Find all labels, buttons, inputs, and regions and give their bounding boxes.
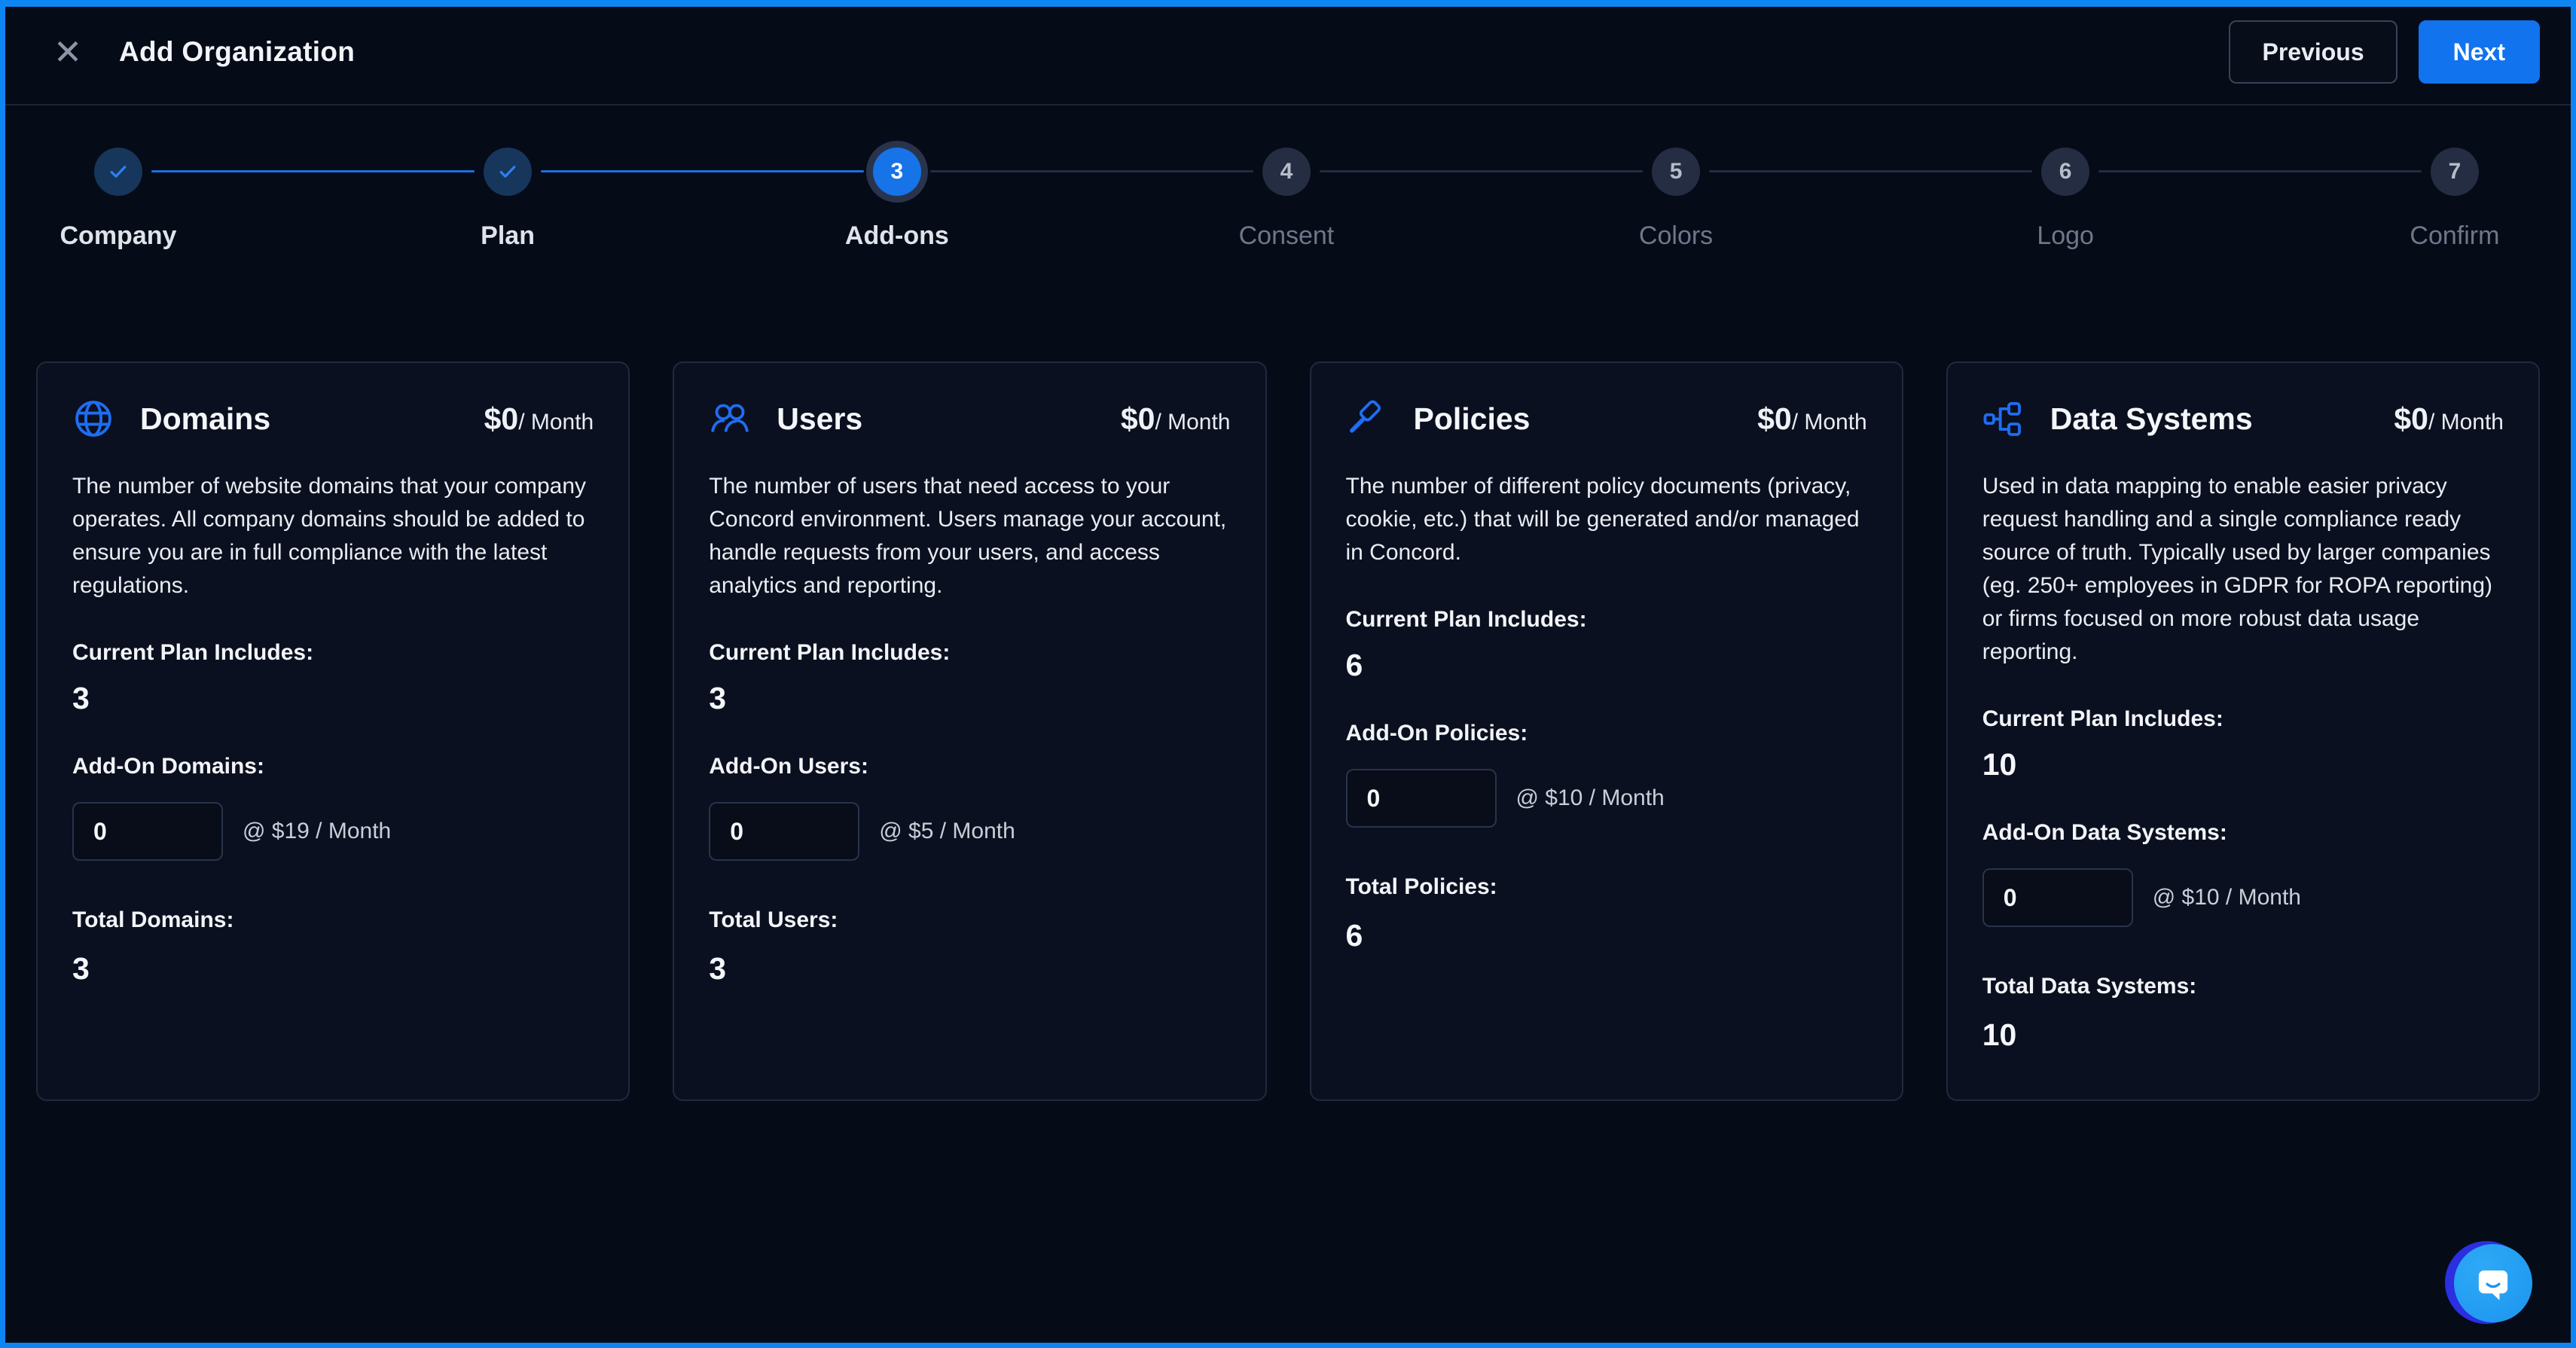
- users-icon: [709, 398, 751, 440]
- current-plan-label: Current Plan Includes:: [1346, 607, 1867, 633]
- step-logo[interactable]: 6 Logo: [1945, 148, 2186, 251]
- domains-card: Domains $0/ Month The number of website …: [36, 361, 630, 1101]
- step-label: Confirm: [2410, 221, 2499, 251]
- current-plan-label: Current Plan Includes:: [709, 640, 1230, 666]
- globe-icon: [72, 398, 114, 440]
- data-systems-card: Data Systems $0/ Month Used in data mapp…: [1946, 361, 2540, 1101]
- addon-label: Add-On Users:: [709, 754, 1230, 779]
- card-title: Domains: [140, 401, 270, 437]
- card-description: The number of different policy documents…: [1346, 470, 1867, 569]
- addon-row: @ $19 / Month: [72, 802, 594, 861]
- card-title: Data Systems: [2050, 401, 2253, 437]
- card-header: Data Systems $0/ Month: [1982, 398, 2504, 440]
- addon-label: Add-On Data Systems:: [1982, 820, 2504, 846]
- step-confirm[interactable]: 7 Confirm: [2334, 148, 2575, 251]
- addon-domains-input[interactable]: [72, 802, 223, 861]
- card-price: $0/ Month: [1757, 401, 1867, 437]
- current-plan-label: Current Plan Includes:: [1982, 706, 2504, 732]
- card-header: Policies $0/ Month: [1346, 398, 1867, 440]
- card-header: Domains $0/ Month: [72, 398, 594, 440]
- next-button[interactable]: Next: [2419, 20, 2540, 84]
- close-icon: ✕: [53, 35, 83, 69]
- current-plan-value: 3: [709, 681, 1230, 716]
- addon-policies-input[interactable]: [1346, 769, 1497, 828]
- addon-label: Add-On Policies:: [1346, 721, 1867, 746]
- card-title: Users: [777, 401, 862, 437]
- card-header: Users $0/ Month: [709, 398, 1230, 440]
- step-colors[interactable]: 5 Colors: [1555, 148, 1796, 251]
- total-label: Total Policies:: [1346, 874, 1867, 900]
- addon-rate: @ $5 / Month: [879, 819, 1015, 844]
- step-circle: 6: [2041, 148, 2089, 196]
- step-circle: 3: [873, 148, 921, 196]
- total-label: Total Domains:: [72, 907, 594, 933]
- total-value: 6: [1346, 918, 1867, 953]
- step-label: Company: [60, 221, 177, 251]
- addon-rate: @ $10 / Month: [1516, 785, 1665, 811]
- step-label: Add-ons: [845, 221, 949, 251]
- addon-rate: @ $19 / Month: [243, 819, 391, 844]
- current-plan-label: Current Plan Includes:: [72, 640, 594, 666]
- current-plan-value: 6: [1346, 648, 1867, 683]
- card-description: Used in data mapping to enable easier pr…: [1982, 470, 2504, 669]
- card-price: $0/ Month: [2394, 401, 2504, 437]
- step-circle: 1: [94, 148, 142, 196]
- policies-card: Policies $0/ Month The number of differe…: [1310, 361, 1903, 1101]
- addon-row: @ $10 / Month: [1346, 769, 1867, 828]
- step-circle: 5: [1652, 148, 1700, 196]
- total-value: 10: [1982, 1017, 2504, 1053]
- gavel-icon: [1346, 398, 1388, 440]
- close-button[interactable]: ✕: [48, 32, 87, 72]
- step-label: Consent: [1239, 221, 1335, 251]
- data-systems-icon: [1982, 398, 2025, 440]
- chat-disc: [2454, 1244, 2532, 1322]
- users-card: Users $0/ Month The number of users that…: [673, 361, 1266, 1101]
- addon-data-systems-input[interactable]: [1982, 868, 2133, 927]
- card-description: The number of users that need access to …: [709, 470, 1230, 602]
- wizard-header: ✕ Add Organization Previous Next: [0, 0, 2576, 105]
- card-price: $0/ Month: [484, 401, 594, 437]
- total-value: 3: [72, 951, 594, 987]
- step-circle: 4: [1262, 148, 1311, 196]
- step-label: Logo: [2037, 221, 2094, 251]
- card-title: Policies: [1414, 401, 1531, 437]
- current-plan-value: 3: [72, 681, 594, 716]
- addon-users-input[interactable]: [709, 802, 859, 861]
- step-circle: 7: [2431, 148, 2479, 196]
- step-circle: 2: [484, 148, 532, 196]
- total-label: Total Data Systems:: [1982, 974, 2504, 999]
- addon-label: Add-On Domains:: [72, 754, 594, 779]
- step-label: Colors: [1639, 221, 1713, 251]
- card-description: The number of website domains that your …: [72, 470, 594, 602]
- wizard-stepper: 1 Company 2 Plan 3 Add-ons 4 Consent 5 C…: [0, 105, 2576, 301]
- step-plan[interactable]: 2 Plan: [387, 148, 628, 251]
- check-icon: [496, 160, 519, 183]
- previous-button[interactable]: Previous: [2229, 20, 2397, 84]
- check-icon: [107, 160, 130, 183]
- step-consent[interactable]: 4 Consent: [1166, 148, 1407, 251]
- step-company[interactable]: 1 Company: [0, 148, 239, 251]
- chat-launcher-button[interactable]: [2445, 1240, 2535, 1327]
- addon-rate: @ $10 / Month: [2153, 885, 2301, 910]
- addon-row: @ $10 / Month: [1982, 868, 2504, 927]
- step-label: Plan: [481, 221, 535, 251]
- total-label: Total Users:: [709, 907, 1230, 933]
- addon-row: @ $5 / Month: [709, 802, 1230, 861]
- card-price: $0/ Month: [1121, 401, 1231, 437]
- current-plan-value: 10: [1982, 747, 2504, 782]
- addon-cards: Domains $0/ Month The number of website …: [0, 361, 2576, 1101]
- chat-bubble-icon: [2473, 1263, 2513, 1304]
- total-value: 3: [709, 951, 1230, 987]
- page-title: Add Organization: [119, 36, 355, 68]
- step-add-ons[interactable]: 3 Add-ons: [777, 148, 1018, 251]
